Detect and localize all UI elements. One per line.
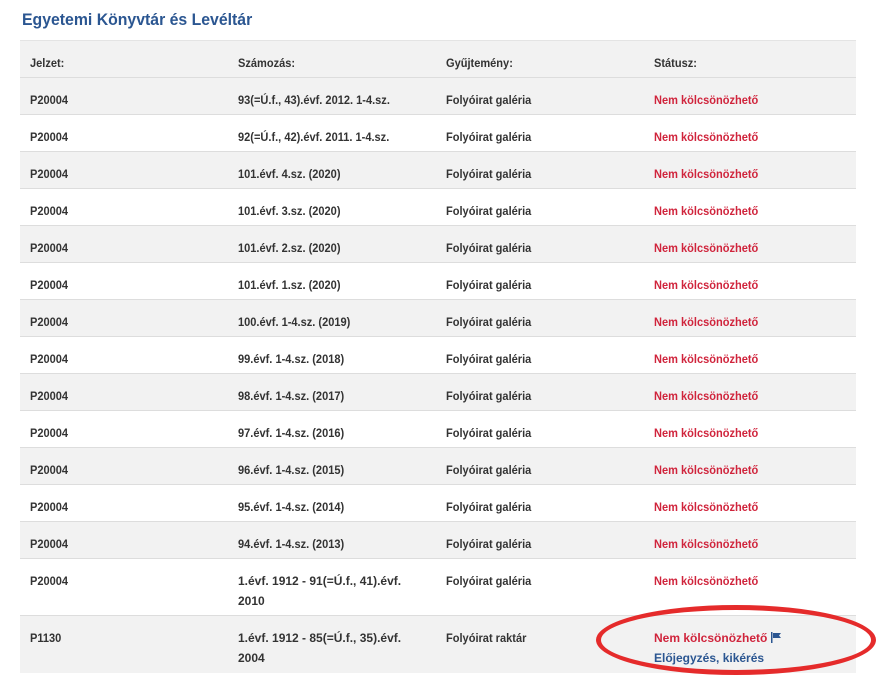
cell-gyujtemeny: Folyóirat galéria — [436, 77, 644, 115]
cell-jelzet: P1130 — [20, 615, 228, 673]
table-row: P20004 93(=Ú.f., 43).évf. 2012. 1-4.sz. … — [20, 77, 856, 115]
table-row: P20004 92(=Ú.f., 42).évf. 2011. 1-4.sz. … — [20, 114, 856, 152]
cell-gyujtemeny: Folyóirat galéria — [436, 225, 644, 263]
status-label: Nem kölcsönözhető — [654, 574, 759, 588]
cell-statusz: Nem kölcsönözhető — [644, 558, 856, 616]
status-label: Nem kölcsönözhető — [654, 130, 759, 144]
cell-jelzet: P20004 — [20, 410, 228, 448]
cell-szamozas: 93(=Ú.f., 43).évf. 2012. 1-4.sz. — [228, 77, 436, 115]
cell-szamozas: 95.évf. 1-4.sz. (2014) — [228, 484, 436, 522]
cell-gyujtemeny: Folyóirat galéria — [436, 558, 644, 616]
status-label: Nem kölcsönözhető — [654, 426, 759, 440]
cell-gyujtemeny: Folyóirat galéria — [436, 299, 644, 337]
cell-gyujtemeny: Folyóirat galéria — [436, 151, 644, 189]
cell-jelzet: P20004 — [20, 225, 228, 263]
cell-jelzet: P20004 — [20, 188, 228, 226]
cell-gyujtemeny: Folyóirat raktár — [436, 615, 644, 673]
cell-gyujtemeny: Folyóirat galéria — [436, 484, 644, 522]
cell-gyujtemeny: Folyóirat galéria — [436, 410, 644, 448]
reserve-request-link[interactable]: Előjegyzés, kikérés — [654, 651, 764, 665]
column-header-gyujtemeny: Gyűjtemény: — [436, 40, 644, 78]
cell-jelzet: P20004 — [20, 484, 228, 522]
cell-statusz: Nem kölcsönözhető — [644, 77, 856, 115]
cell-statusz: Nem kölcsönözhető — [644, 188, 856, 226]
status-label: Nem kölcsönözhető — [654, 631, 768, 645]
cell-statusz: Nem kölcsönözhető — [644, 373, 856, 411]
table-row: P1130 1.évf. 1912 - 85(=Ú.f., 35).évf. 2… — [20, 615, 856, 673]
column-header-statusz: Státusz: — [644, 40, 856, 78]
cell-szamozas: 100.évf. 1-4.sz. (2019) — [228, 299, 436, 337]
cell-szamozas: 1.évf. 1912 - 91(=Ú.f., 41).évf. 2010 — [228, 558, 436, 616]
status-label: Nem kölcsönözhető — [654, 278, 759, 292]
cell-szamozas: 99.évf. 1-4.sz. (2018) — [228, 336, 436, 374]
cell-statusz: Nem kölcsönözhető — [644, 410, 856, 448]
table-row: P20004 94.évf. 1-4.sz. (2013) Folyóirat … — [20, 521, 856, 559]
cell-statusz: Nem kölcsönözhető Előjegyzés, kikérés — [644, 615, 856, 673]
cell-szamozas: 101.évf. 4.sz. (2020) — [228, 151, 436, 189]
cell-statusz: Nem kölcsönözhető — [644, 484, 856, 522]
column-header-szamozas: Számozás: — [228, 40, 436, 78]
table-row: P20004 95.évf. 1-4.sz. (2014) Folyóirat … — [20, 484, 856, 522]
table-row: P20004 101.évf. 3.sz. (2020) Folyóirat g… — [20, 188, 856, 226]
table-row: P20004 96.évf. 1-4.sz. (2015) Folyóirat … — [20, 447, 856, 485]
cell-statusz: Nem kölcsönözhető — [644, 299, 856, 337]
cell-jelzet: P20004 — [20, 151, 228, 189]
table-row: P20004 101.évf. 4.sz. (2020) Folyóirat g… — [20, 151, 856, 189]
cell-jelzet: P20004 — [20, 114, 228, 152]
cell-statusz: Nem kölcsönözhető — [644, 225, 856, 263]
holdings-table: Jelzet: Számozás: Gyűjtemény: Státusz: P… — [20, 40, 856, 673]
column-header-jelzet: Jelzet: — [20, 40, 228, 78]
cell-statusz: Nem kölcsönözhető — [644, 447, 856, 485]
cell-gyujtemeny: Folyóirat galéria — [436, 373, 644, 411]
cell-szamozas: 1.évf. 1912 - 85(=Ú.f., 35).évf. 2004 — [228, 615, 436, 673]
cell-szamozas: 94.évf. 1-4.sz. (2013) — [228, 521, 436, 559]
table-row: P20004 1.évf. 1912 - 91(=Ú.f., 41).évf. … — [20, 558, 856, 616]
status-label: Nem kölcsönözhető — [654, 93, 759, 107]
cell-jelzet: P20004 — [20, 373, 228, 411]
cell-jelzet: P20004 — [20, 447, 228, 485]
cell-statusz: Nem kölcsönözhető — [644, 521, 856, 559]
page-title: Egyetemi Könyvtár és Levéltár — [22, 10, 253, 29]
status-label: Nem kölcsönözhető — [654, 241, 759, 255]
table-row: P20004 100.évf. 1-4.sz. (2019) Folyóirat… — [20, 299, 856, 337]
table-row: P20004 101.évf. 1.sz. (2020) Folyóirat g… — [20, 262, 856, 300]
cell-jelzet: P20004 — [20, 262, 228, 300]
cell-szamozas: 96.évf. 1-4.sz. (2015) — [228, 447, 436, 485]
status-label: Nem kölcsönözhető — [654, 352, 759, 366]
cell-szamozas: 92(=Ú.f., 42).évf. 2011. 1-4.sz. — [228, 114, 436, 152]
status-label: Nem kölcsönözhető — [654, 204, 759, 218]
cell-szamozas: 101.évf. 1.sz. (2020) — [228, 262, 436, 300]
table-row: P20004 99.évf. 1-4.sz. (2018) Folyóirat … — [20, 336, 856, 374]
status-label: Nem kölcsönözhető — [654, 500, 759, 514]
cell-gyujtemeny: Folyóirat galéria — [436, 114, 644, 152]
cell-statusz: Nem kölcsönözhető — [644, 262, 856, 300]
status-label: Nem kölcsönözhető — [654, 315, 759, 329]
cell-jelzet: P20004 — [20, 336, 228, 374]
cell-szamozas: 97.évf. 1-4.sz. (2016) — [228, 410, 436, 448]
table-row: P20004 98.évf. 1-4.sz. (2017) Folyóirat … — [20, 373, 856, 411]
status-label: Nem kölcsönözhető — [654, 463, 759, 477]
cell-gyujtemeny: Folyóirat galéria — [436, 188, 644, 226]
cell-gyujtemeny: Folyóirat galéria — [436, 521, 644, 559]
flag-icon[interactable] — [771, 632, 782, 643]
status-label: Nem kölcsönözhető — [654, 389, 759, 403]
cell-szamozas: 98.évf. 1-4.sz. (2017) — [228, 373, 436, 411]
table-row: P20004 97.évf. 1-4.sz. (2016) Folyóirat … — [20, 410, 856, 448]
cell-gyujtemeny: Folyóirat galéria — [436, 262, 644, 300]
cell-gyujtemeny: Folyóirat galéria — [436, 447, 644, 485]
status-label: Nem kölcsönözhető — [654, 167, 759, 181]
table-header-row: Jelzet: Számozás: Gyűjtemény: Státusz: — [20, 40, 856, 78]
cell-statusz: Nem kölcsönözhető — [644, 336, 856, 374]
cell-gyujtemeny: Folyóirat galéria — [436, 336, 644, 374]
cell-statusz: Nem kölcsönözhető — [644, 114, 856, 152]
cell-szamozas: 101.évf. 3.sz. (2020) — [228, 188, 436, 226]
table-row: P20004 101.évf. 2.sz. (2020) Folyóirat g… — [20, 225, 856, 263]
cell-jelzet: P20004 — [20, 558, 228, 616]
cell-szamozas: 101.évf. 2.sz. (2020) — [228, 225, 436, 263]
cell-jelzet: P20004 — [20, 77, 228, 115]
cell-statusz: Nem kölcsönözhető — [644, 151, 856, 189]
status-label: Nem kölcsönözhető — [654, 537, 759, 551]
cell-jelzet: P20004 — [20, 299, 228, 337]
cell-jelzet: P20004 — [20, 521, 228, 559]
